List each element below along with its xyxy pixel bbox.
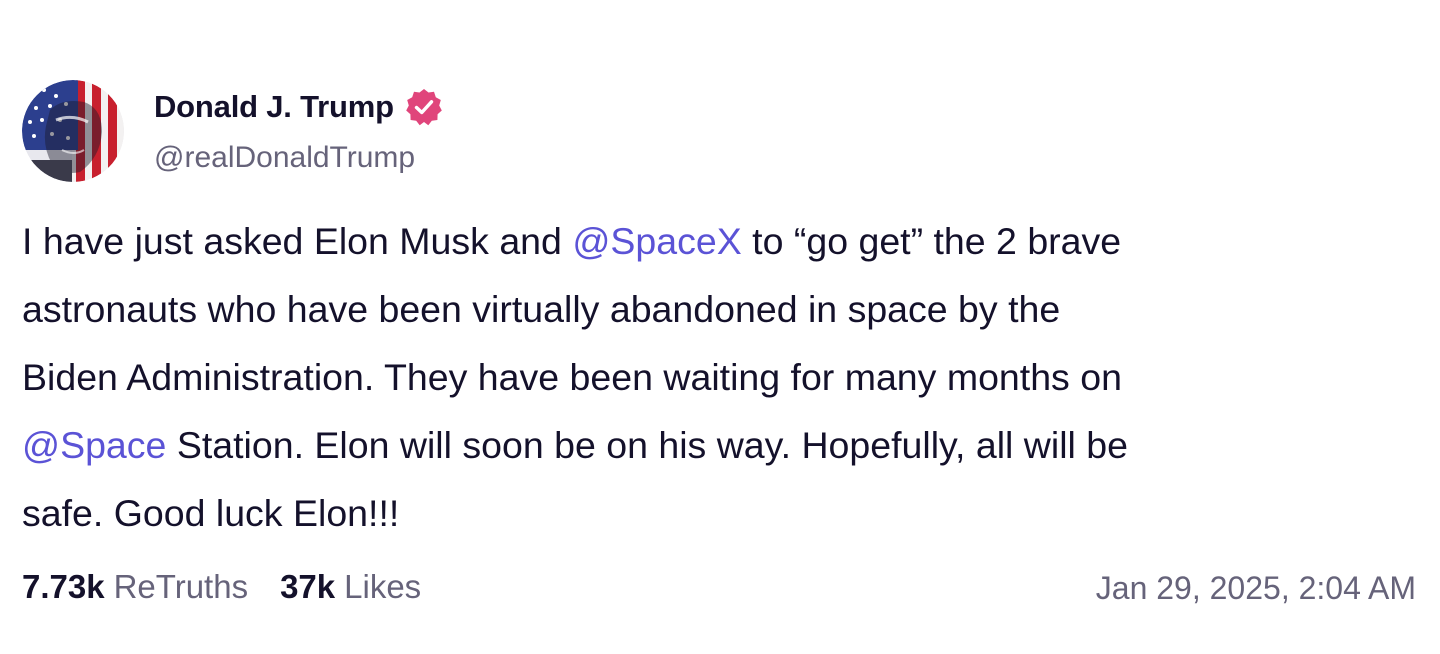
- post-text-segment: I have just asked Elon Musk and: [22, 220, 573, 262]
- post-text-line: astronauts who have been virtually aband…: [22, 288, 1061, 330]
- post-text-segment: to “go get” the 2 brave: [741, 220, 1122, 262]
- post-text: I have just asked Elon Musk and @SpaceX …: [22, 207, 1412, 547]
- author-avatar[interactable]: [22, 80, 124, 182]
- retruths-stat[interactable]: 7.73k ReTruths: [22, 568, 248, 606]
- author-name-row: Donald J. Trump: [154, 84, 444, 130]
- post-text-segment: Station. Elon will soon be on his way. H…: [166, 424, 1129, 466]
- author-handle[interactable]: @realDonaldTrump: [154, 141, 415, 175]
- flag-portrait-avatar-icon: [22, 80, 124, 182]
- retruths-count: 7.73k: [22, 568, 105, 605]
- post-stats: 7.73k ReTruths 37k Likes: [22, 568, 421, 606]
- post-text-line: Biden Administration. They have been wai…: [22, 356, 1122, 398]
- likes-label: Likes: [344, 568, 422, 605]
- post-text-line: safe. Good luck Elon!!!: [22, 492, 400, 534]
- likes-stat[interactable]: 37k Likes: [280, 568, 421, 606]
- mention-link[interactable]: @SpaceX: [572, 220, 741, 262]
- post-timestamp[interactable]: Jan 29, 2025, 2:04 AM: [1096, 570, 1416, 607]
- truth-social-post: Donald J. Trump @realDonaldTrump I have …: [0, 0, 1440, 654]
- retruths-label: ReTruths: [113, 568, 249, 605]
- likes-count: 37k: [280, 568, 336, 605]
- post-text-line: @Space Station. Elon will soon be on his…: [22, 411, 1412, 479]
- author-display-name[interactable]: Donald J. Trump: [154, 89, 394, 125]
- mention-link[interactable]: @Space: [22, 424, 166, 466]
- verified-badge-icon: [404, 87, 444, 127]
- post-text-line: I have just asked Elon Musk and @SpaceX …: [22, 207, 1412, 275]
